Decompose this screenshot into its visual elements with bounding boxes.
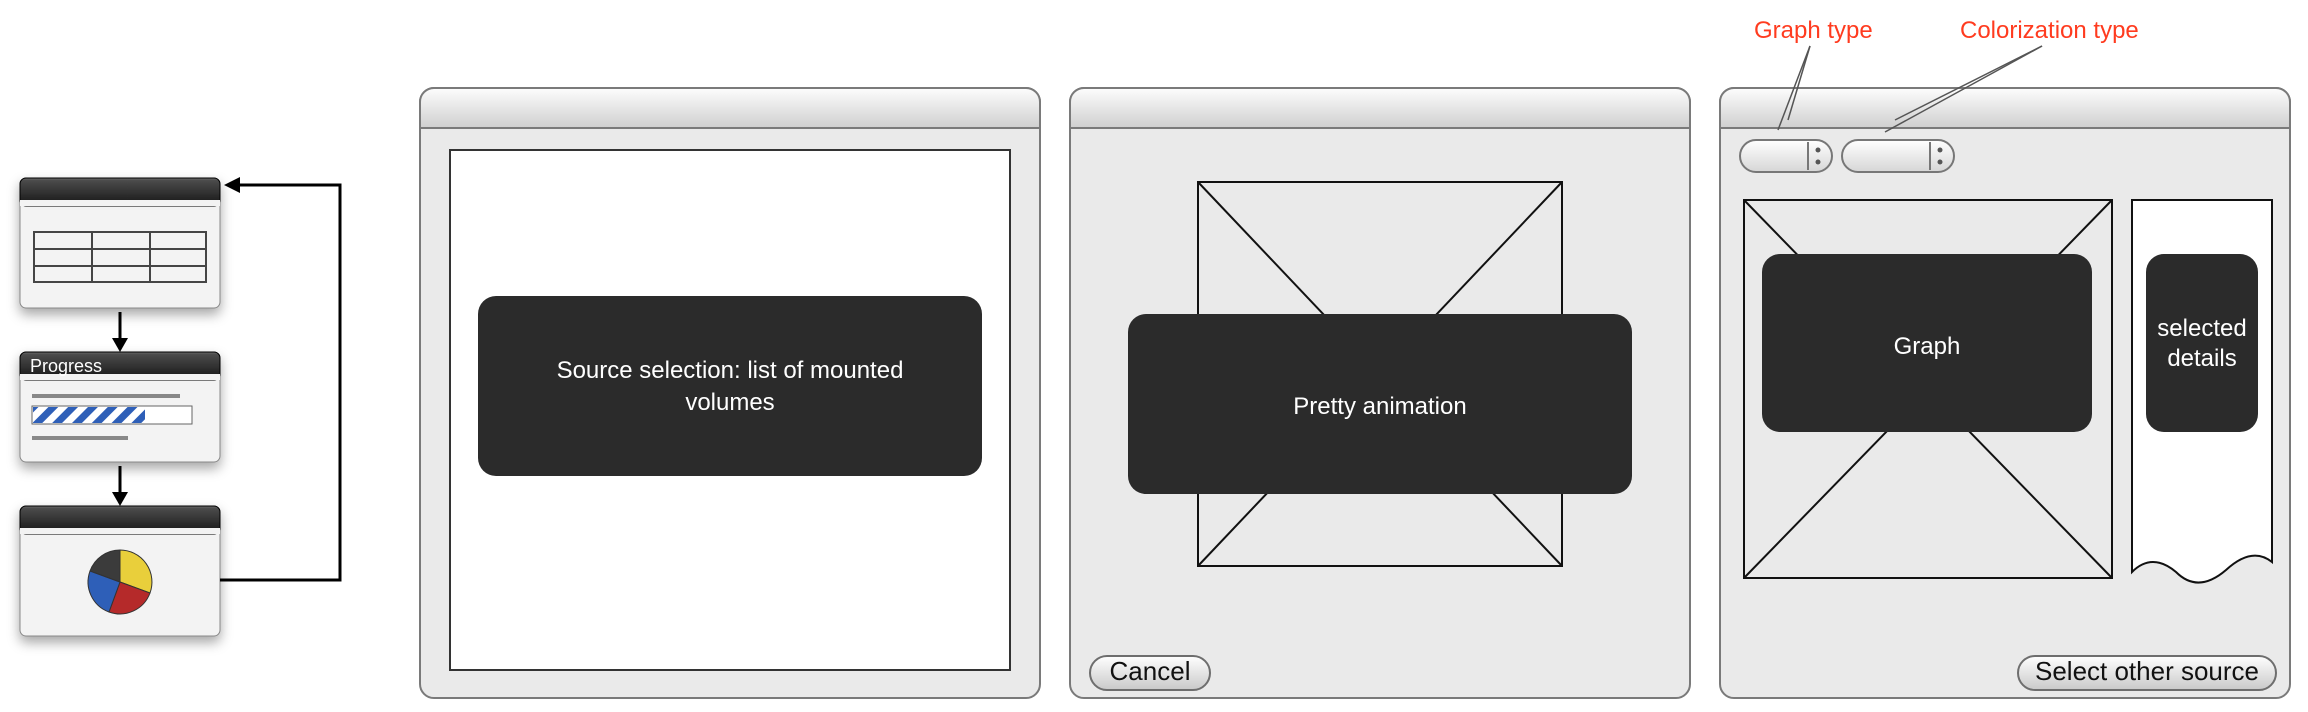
flow-arrow-1 bbox=[112, 312, 128, 352]
source-sticky-line2: volumes bbox=[685, 389, 774, 416]
flow-thumb-progress: Progress bbox=[20, 352, 220, 462]
flow-arrow-2 bbox=[112, 466, 128, 506]
details-panel: selected details bbox=[2132, 200, 2272, 583]
annotation-graph-type: Graph type bbox=[1754, 17, 1873, 44]
select-other-source-button[interactable]: Select other source bbox=[2018, 656, 2276, 690]
flow-diagram: Progress bbox=[20, 177, 340, 636]
details-sticky-line2: details bbox=[2167, 345, 2236, 372]
details-sticky-line1: selected bbox=[2157, 315, 2246, 342]
panel-source: Source selection: list of mounted volume… bbox=[420, 88, 1040, 698]
source-sticky-line1: Source selection: list of mounted bbox=[557, 357, 904, 384]
pie-chart-icon bbox=[88, 550, 152, 614]
colorization-type-select[interactable] bbox=[1842, 140, 1954, 172]
flow-thumb-table bbox=[20, 178, 220, 308]
annotation-colorization-type: Colorization type bbox=[1960, 17, 2139, 44]
graph-sticky-text: Graph bbox=[1894, 333, 1961, 360]
select-other-source-label: Select other source bbox=[2035, 656, 2259, 686]
animation-sticky-text: Pretty animation bbox=[1293, 393, 1466, 420]
source-sticky: Source selection: list of mounted volume… bbox=[478, 296, 982, 476]
cancel-button-label: Cancel bbox=[1110, 656, 1191, 686]
flow-progress-label: Progress bbox=[30, 356, 102, 376]
flow-arrow-loop bbox=[220, 177, 340, 580]
panel-animation: Pretty animation Cancel bbox=[1070, 88, 1690, 698]
animation-sticky: Pretty animation bbox=[1128, 314, 1632, 494]
panel-graph: Graph type Colorization type Graph bbox=[1720, 17, 2290, 698]
graph-type-select[interactable] bbox=[1740, 140, 1832, 172]
cancel-button[interactable]: Cancel bbox=[1090, 656, 1210, 690]
flow-thumb-pie bbox=[20, 506, 220, 636]
graph-sticky: Graph bbox=[1762, 254, 2092, 432]
